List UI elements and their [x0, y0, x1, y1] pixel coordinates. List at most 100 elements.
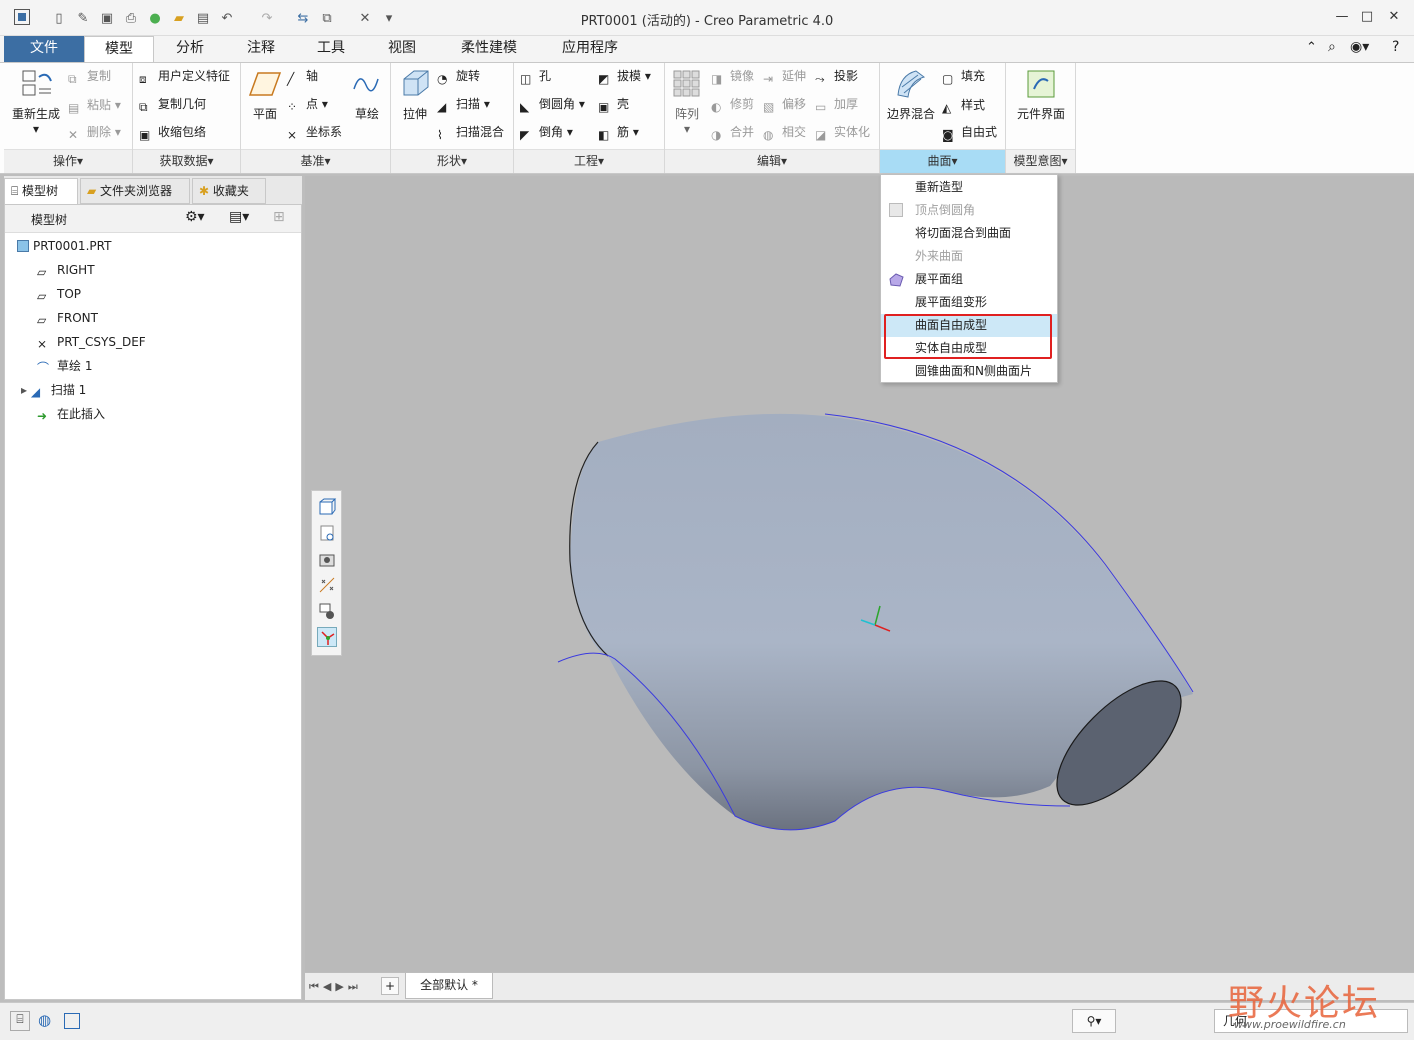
- tab-model[interactable]: 模型: [84, 36, 154, 63]
- collapse-ribbon-icon[interactable]: ⌃: [1306, 40, 1317, 55]
- tab-flexible-modeling[interactable]: 柔性建模: [438, 36, 540, 62]
- regenerate-button[interactable]: 重新生成 ▾: [8, 67, 64, 136]
- tree-item-part[interactable]: PRT0001.PRT: [17, 235, 111, 257]
- full-screen-icon[interactable]: [64, 1013, 80, 1029]
- zoom-in-icon[interactable]: [317, 523, 337, 543]
- udf-button[interactable]: ⧈ 用户定义特征: [139, 65, 230, 87]
- display-style-icon[interactable]: [317, 601, 337, 621]
- tree-item-sweep[interactable]: ▸ ◢ 扫描 1: [21, 379, 86, 401]
- mirror-button[interactable]: ◨ 镜像: [711, 65, 754, 87]
- saved-views-icon[interactable]: [317, 549, 337, 569]
- menu-item-vertex-round[interactable]: 顶点倒圆角: [881, 199, 1057, 222]
- hole-button[interactable]: ◫ 孔: [520, 65, 551, 87]
- sweep-button[interactable]: ◢ 扫描 ▾: [437, 93, 490, 115]
- menu-item-flatten-quilt[interactable]: 展平面组: [881, 268, 1057, 291]
- group-get-data-label[interactable]: 获取数据▾: [133, 149, 240, 173]
- tab-nav-arrows-icon[interactable]: ⏮◀▶⏭: [309, 980, 362, 994]
- minimize-icon[interactable]: —: [1332, 9, 1352, 27]
- menu-item-conic-n-sided[interactable]: 圆锥曲面和N侧曲面片: [881, 360, 1057, 383]
- copy-geometry-button[interactable]: ⧉ 复制几何: [139, 93, 206, 115]
- spin-center-icon[interactable]: [317, 627, 337, 647]
- merge-icon: ◑: [711, 128, 722, 142]
- tab-tools[interactable]: 工具: [296, 36, 366, 62]
- tree-item-insert-here[interactable]: ➜ 在此插入: [37, 403, 105, 425]
- close-icon[interactable]: ✕: [1384, 9, 1404, 27]
- group-operations-label[interactable]: 操作▾: [4, 149, 132, 173]
- freestyle-button[interactable]: ◙ 自由式: [942, 121, 997, 143]
- shrinkwrap-button[interactable]: ▣ 收缩包络: [139, 121, 206, 143]
- round-button[interactable]: ◣ 倒圆角 ▾: [520, 93, 585, 115]
- info-icon[interactable]: ?: [1392, 39, 1399, 55]
- pattern-button[interactable]: 阵列 ▾: [669, 67, 705, 136]
- tab-file[interactable]: 文件: [4, 36, 84, 62]
- tree-filter-icon[interactable]: ⊞: [273, 209, 285, 225]
- tab-model-tree[interactable]: ⌸ 模型树: [4, 178, 78, 204]
- menu-item-foreign-surface[interactable]: 外来曲面: [881, 245, 1057, 268]
- tree-item-front[interactable]: ▱ FRONT: [37, 307, 98, 329]
- offset-button[interactable]: ▧ 偏移: [763, 93, 806, 115]
- shell-button[interactable]: ▣ 壳: [598, 93, 629, 115]
- model-tree-tab-label: 模型树: [22, 184, 59, 198]
- refit-icon[interactable]: [317, 497, 337, 517]
- component-interface-button[interactable]: 元件界面: [1008, 67, 1074, 122]
- tab-favorites[interactable]: ✱ 收藏夹: [192, 178, 266, 204]
- group-engineering-label[interactable]: 工程▾: [514, 149, 664, 173]
- group-datum-label[interactable]: 基准▾: [241, 149, 390, 173]
- tab-view[interactable]: 视图: [366, 36, 438, 62]
- project-button[interactable]: ⤳ 投影: [815, 65, 858, 87]
- tab-analysis[interactable]: 分析: [154, 36, 226, 62]
- style-button[interactable]: ◭ 样式: [942, 94, 985, 116]
- tree-item-top[interactable]: ▱ TOP: [37, 283, 81, 305]
- group-surfaces-label[interactable]: 曲面▾: [880, 149, 1005, 173]
- search-icon[interactable]: ⌕: [1328, 39, 1336, 55]
- add-tab-icon[interactable]: +: [381, 977, 399, 995]
- chamfer-button[interactable]: ◤ 倒角 ▾: [520, 121, 573, 143]
- paste-button[interactable]: ▤ 粘贴 ▾: [68, 94, 121, 116]
- tab-annotate[interactable]: 注释: [226, 36, 296, 62]
- group-model-intent-label[interactable]: 模型意图▾: [1006, 149, 1075, 173]
- group-shapes-label[interactable]: 形状▾: [391, 149, 513, 173]
- point-button[interactable]: ⁘ 点 ▾: [287, 93, 328, 115]
- menu-item-flattened-quilt-deform[interactable]: 展平面组变形: [881, 291, 1057, 314]
- boundary-blend-button[interactable]: 边界混合: [882, 67, 940, 122]
- help-icon[interactable]: ◉▾: [1350, 39, 1369, 55]
- find-icon[interactable]: ⚲▾: [1072, 1009, 1116, 1033]
- extend-button[interactable]: ⇥ 延伸: [763, 65, 806, 87]
- group-editing-label[interactable]: 编辑▾: [665, 149, 879, 173]
- maximize-icon[interactable]: □: [1357, 9, 1377, 27]
- tree-item-right[interactable]: ▱ RIGHT: [37, 259, 95, 281]
- window-tab-default[interactable]: 全部默认 *: [405, 973, 493, 999]
- extrude-button[interactable]: 拉伸: [395, 67, 435, 122]
- menu-item-tangent-blend[interactable]: 将切面混合到曲面: [881, 222, 1057, 245]
- trim-button[interactable]: ◐ 修剪: [711, 93, 754, 115]
- plane-button[interactable]: 平面: [245, 67, 285, 122]
- tab-folder-browser[interactable]: ▰ 文件夹浏览器: [80, 178, 190, 204]
- navigator-toggle-icon[interactable]: ⌸: [10, 1011, 30, 1031]
- folder-icon: ▰: [87, 184, 101, 198]
- copy-button[interactable]: ⧉ 复制: [68, 65, 111, 87]
- delete-button[interactable]: ✕ 删除 ▾: [68, 121, 121, 143]
- intersect-button[interactable]: ◍ 相交: [763, 121, 806, 143]
- swept-blend-button[interactable]: ⌇ 扫描混合: [437, 121, 504, 143]
- tree-item-csys[interactable]: ⨯ PRT_CSYS_DEF: [37, 331, 146, 353]
- tree-item-sketch[interactable]: ⌒ 草绘 1: [37, 355, 92, 377]
- solidify-button[interactable]: ◪ 实体化: [815, 121, 870, 143]
- tab-applications[interactable]: 应用程序: [540, 36, 640, 62]
- fill-button[interactable]: ▢ 填充: [942, 65, 985, 87]
- tree-settings-icon[interactable]: ⚙▾: [185, 209, 205, 225]
- graphics-window[interactable]: [305, 176, 1414, 972]
- revolve-button[interactable]: ◔ 旋转: [437, 65, 480, 87]
- sketch-button[interactable]: 草绘: [347, 67, 387, 122]
- merge-button[interactable]: ◑ 合并: [711, 121, 754, 143]
- csys-button[interactable]: ⨯ 坐标系: [287, 121, 342, 143]
- draft-button[interactable]: ◩ 拔模 ▾: [598, 65, 651, 87]
- browser-toggle-icon[interactable]: ◍: [38, 1011, 51, 1029]
- axis-button[interactable]: ╱ 轴: [287, 65, 318, 87]
- menu-item-restyle[interactable]: 重新造型: [881, 176, 1057, 199]
- tree-show-icon[interactable]: ▤▾: [229, 209, 249, 225]
- expand-arrow-icon[interactable]: ▸: [21, 383, 31, 397]
- thicken-button[interactable]: ▭ 加厚: [815, 93, 858, 115]
- tree-item-label: 扫描 1: [50, 383, 87, 397]
- datum-display-icon[interactable]: [317, 575, 337, 595]
- rib-button[interactable]: ◧ 筋 ▾: [598, 121, 639, 143]
